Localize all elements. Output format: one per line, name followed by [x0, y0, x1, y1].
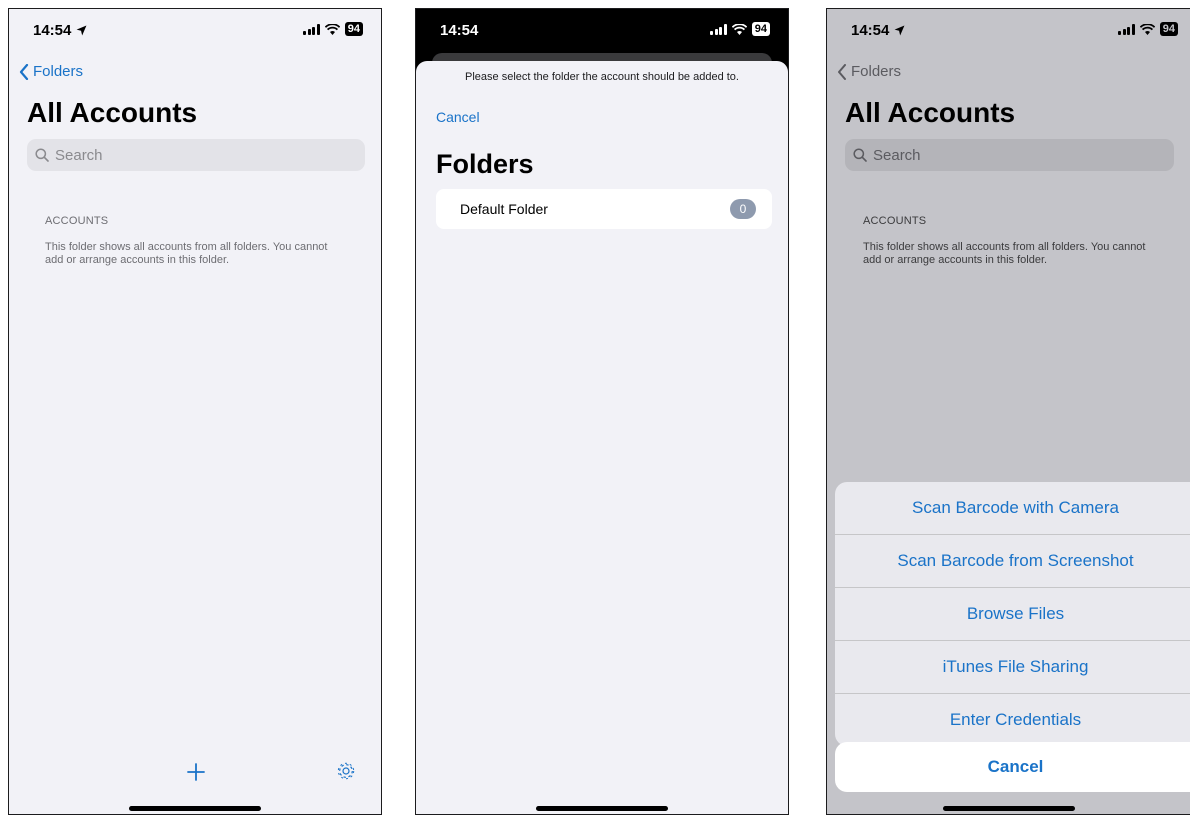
search-input: Search [845, 139, 1174, 171]
signal-icon [710, 23, 727, 35]
search-icon [853, 148, 867, 162]
folder-row-default[interactable]: Default Folder 0 [436, 189, 772, 229]
folder-count-badge: 0 [730, 199, 756, 219]
signal-icon [303, 23, 320, 35]
section-footer: This folder shows all accounts from all … [45, 241, 328, 266]
search-placeholder: Search [55, 146, 103, 164]
folder-name: Default Folder [460, 201, 548, 217]
phone-screen-add-options: 14:54 94 Folders All Accounts Search ACC… [826, 8, 1190, 815]
search-icon [35, 148, 49, 162]
folder-picker-sheet: Please select the folder the account sho… [416, 61, 788, 814]
search-placeholder: Search [873, 146, 921, 164]
wifi-icon [1139, 23, 1155, 35]
home-indicator [536, 806, 668, 811]
sheet-prompt: Please select the folder the account sho… [465, 71, 739, 83]
search-input[interactable]: Search [27, 139, 365, 171]
back-label: Folders [33, 63, 84, 80]
status-time: 14:54 [851, 22, 905, 39]
back-label: Folders [851, 63, 902, 80]
section-header: ACCOUNTS [863, 215, 927, 227]
page-title: All Accounts [27, 97, 198, 128]
chevron-left-icon [838, 63, 846, 80]
back-button: Folders [837, 63, 901, 80]
back-button[interactable]: Folders [19, 63, 83, 80]
signal-icon [1118, 23, 1135, 35]
wifi-icon [324, 23, 340, 35]
gear-icon[interactable] [336, 761, 356, 781]
battery-icon: 94 [751, 22, 770, 36]
section-footer: This folder shows all accounts from all … [863, 241, 1146, 266]
action-browse-files[interactable]: Browse Files [835, 588, 1190, 641]
home-indicator [129, 806, 261, 811]
page-title: All Accounts [845, 97, 1016, 128]
cancel-button[interactable]: Cancel [835, 742, 1190, 792]
home-indicator [942, 806, 1075, 811]
cancel-button[interactable]: Cancel [436, 109, 480, 125]
status-time: 14:54 [440, 22, 479, 39]
action-scan-screenshot[interactable]: Scan Barcode from Screenshot [835, 535, 1190, 588]
status-bar: 14:54 94 [827, 9, 1190, 53]
plus-icon[interactable] [187, 763, 205, 781]
section-header: ACCOUNTS [45, 215, 109, 227]
page-title: Folders [436, 149, 534, 179]
status-time: 14:54 [33, 22, 87, 39]
battery-icon: 94 [1159, 22, 1178, 36]
status-bar: 14:54 94 [9, 9, 381, 53]
status-bar: 14:54 94 [416, 9, 788, 53]
wifi-icon [731, 23, 747, 35]
location-arrow-icon [894, 25, 904, 36]
action-sheet: Scan Barcode with Camera Scan Barcode fr… [835, 482, 1190, 746]
battery-icon: 94 [344, 22, 363, 36]
action-scan-camera[interactable]: Scan Barcode with Camera [835, 482, 1190, 535]
action-enter-credentials[interactable]: Enter Credentials [835, 694, 1190, 746]
action-itunes-file-sharing[interactable]: iTunes File Sharing [835, 641, 1190, 694]
chevron-left-icon [19, 63, 29, 80]
location-arrow-icon [76, 25, 86, 36]
phone-screen-all-accounts: 14:54 94 Folders All Accounts Search ACC… [8, 8, 382, 815]
phone-screen-folder-picker: 14:54 94 Please select the folder the ac… [415, 8, 789, 815]
